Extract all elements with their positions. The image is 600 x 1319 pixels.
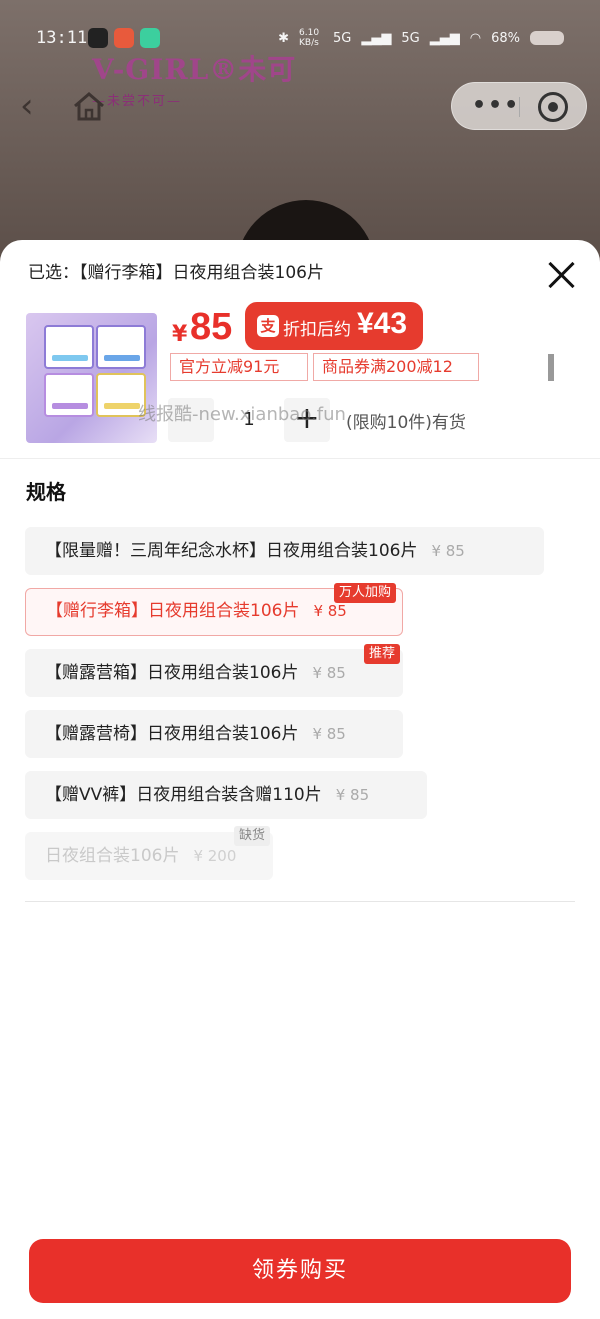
status-app-icons — [88, 28, 160, 48]
divider — [0, 458, 600, 459]
spec-price: ¥ 85 — [431, 542, 465, 560]
signal-bars-icon: ▂▄▆ — [361, 30, 392, 46]
taobao-icon — [114, 28, 134, 48]
spec-option[interactable]: 【赠露营箱】日夜用组合装106片 ¥ 85 — [25, 649, 403, 697]
pack-tile — [96, 325, 146, 369]
more-icon[interactable]: ••• — [472, 93, 520, 118]
background-page: 13:11 ✱ 6.10 KB/s 5G ▂▄▆ 5G ▂▄▆ ◠ 68% V-… — [0, 0, 600, 280]
logo-sub: —未尝不可— — [92, 94, 183, 109]
exit-mini-program-icon[interactable] — [538, 92, 568, 122]
signal-5g-2: 5G — [401, 30, 420, 46]
price-currency: ¥ — [172, 322, 188, 347]
spec-tag-hot: 万人加购 — [334, 583, 397, 603]
battery-text: 68% — [491, 30, 520, 46]
spec-label: 【赠露营箱】日夜用组合装106片 — [45, 663, 299, 683]
tiktok-icon — [88, 28, 108, 48]
buy-with-coupon-button[interactable]: 领券购买 — [29, 1239, 571, 1303]
spec-label: 【赠VV裤】日夜用组合装含赠110片 — [45, 785, 322, 805]
brand-logo: V-GIRL®未可 —未尝不可— — [92, 48, 296, 109]
back-icon[interactable]: ‹ — [20, 88, 50, 124]
divider — [25, 901, 575, 902]
spec-label: 【限量赠！三周年纪念水杯】日夜用组合装106片 — [45, 541, 418, 561]
spec-label: 【赠露营椅】日夜用组合装106片 — [45, 724, 299, 744]
spec-price: ¥ 85 — [312, 664, 346, 682]
status-right: ✱ 6.10 KB/s 5G ▂▄▆ 5G ▂▄▆ ◠ 68% — [278, 28, 564, 48]
signal-5g-1: 5G — [333, 30, 352, 46]
after-discount-price: ¥43 — [357, 307, 408, 340]
spec-price: ¥ 200 — [193, 847, 237, 865]
status-bar: 13:11 ✱ 6.10 KB/s 5G ▂▄▆ 5G ▂▄▆ ◠ 68% — [0, 22, 600, 58]
spec-price: ¥ 85 — [312, 725, 346, 743]
coupon-tag: 商品券满200减12 — [313, 353, 479, 381]
alipay-icon: 支 — [257, 315, 279, 337]
spec-label: 【赠行李箱】日夜用组合装106片 — [46, 601, 300, 621]
spec-label: 日夜组合装106片 — [45, 846, 180, 866]
spec-option[interactable]: 【限量赠！三周年纪念水杯】日夜用组合装106片 ¥ 85 — [25, 527, 544, 575]
spec-title: 规格 — [26, 480, 66, 504]
app-green-icon — [140, 28, 160, 48]
selected-sku-label: 已选：【赠行李箱】日夜用组合装106片 — [28, 263, 324, 283]
close-icon[interactable] — [546, 260, 576, 290]
home-icon[interactable] — [72, 90, 106, 122]
spec-option[interactable]: 【赠VV裤】日夜用组合装含赠110片 ¥ 85 — [25, 771, 427, 819]
watermark-text: 线报酷-new.xianbao.fun — [138, 404, 346, 425]
spec-price: ¥ 85 — [335, 786, 370, 804]
bluetooth-icon: ✱ — [278, 30, 290, 46]
stock-status: (限购10件)有货 — [346, 413, 466, 433]
spec-price: ¥ 85 — [313, 602, 347, 620]
sku-selector-sheet: 已选：【赠行李箱】日夜用组合装106片 ¥ 85 支 折扣后约 ¥43 官方立减… — [0, 240, 600, 1319]
battery-icon — [530, 31, 564, 45]
wifi-icon: ◠ — [469, 30, 482, 46]
spec-option[interactable]: 【赠露营椅】日夜用组合装106片 ¥ 85 — [25, 710, 403, 758]
scroll-indicator — [548, 354, 554, 381]
signal-bars-icon-2: ▂▄▆ — [429, 30, 460, 46]
status-time: 13:11 — [36, 28, 88, 48]
coupon-tag: 官方立减91元 — [170, 353, 308, 381]
spec-tag-out-of-stock: 缺货 — [234, 826, 271, 846]
net-speed: 6.10 KB/s — [299, 28, 320, 48]
capsule-divider — [519, 97, 520, 117]
mini-program-capsule: ••• — [451, 82, 587, 130]
logo-text: V-GIRL®未可 — [92, 53, 297, 86]
pack-tile — [44, 325, 94, 369]
after-discount-badge: 支 折扣后约 ¥43 — [245, 302, 423, 350]
after-discount-label: 折扣后约 — [283, 320, 351, 340]
pack-tile — [44, 373, 94, 417]
spec-tag-recommend: 推荐 — [364, 644, 401, 664]
price-value: 85 — [190, 306, 233, 348]
